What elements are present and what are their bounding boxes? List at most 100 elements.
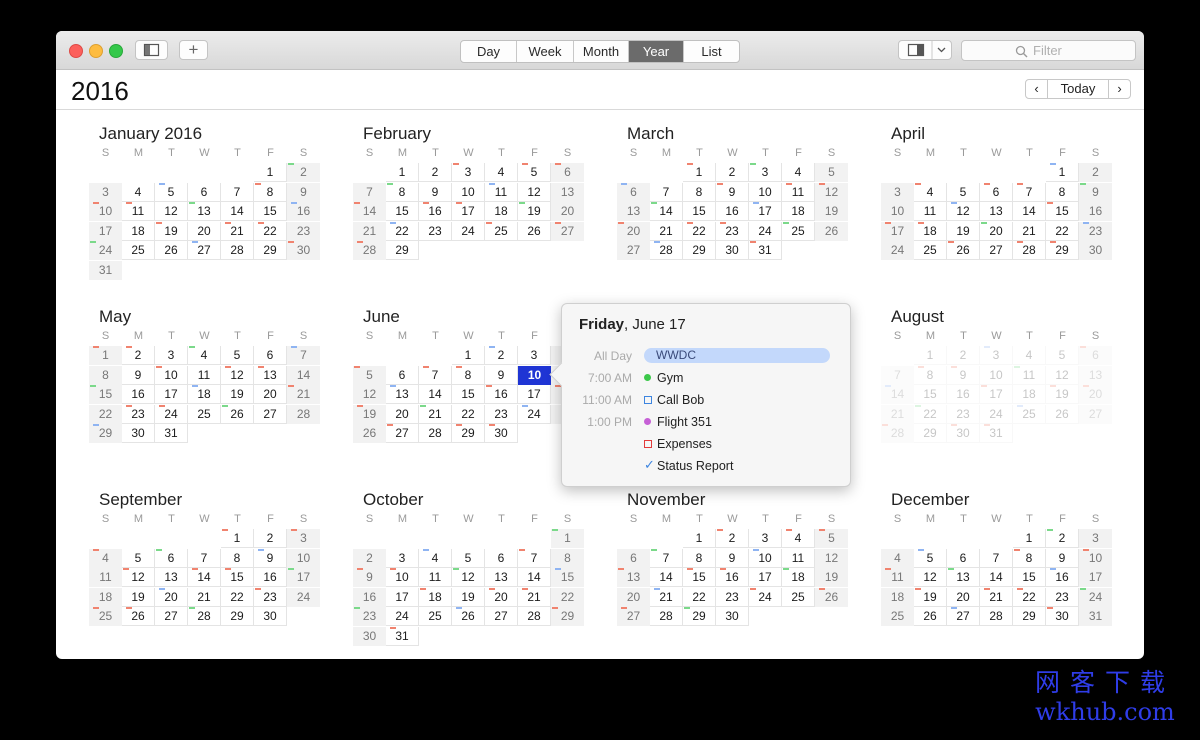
next-year-button[interactable]: › [1108,79,1131,99]
day-cell[interactable]: 17 [1079,568,1112,588]
day-cell[interactable]: 28 [353,241,386,261]
day-cell[interactable]: 19 [947,221,980,241]
day-cell[interactable]: 4 [782,529,815,548]
month-name[interactable]: December [891,490,969,510]
day-cell[interactable]: 16 [122,385,155,405]
day-cell[interactable]: 31 [749,241,782,261]
day-cell[interactable]: 30 [287,241,320,261]
day-cell[interactable]: 6 [386,365,419,385]
day-cell[interactable]: 2 [1079,163,1112,182]
day-cell[interactable]: 8 [254,182,287,202]
day-cell[interactable]: 9 [419,182,452,202]
day-cell[interactable]: 31 [980,424,1013,444]
event-row-expenses[interactable]: Expenses [562,435,850,453]
event-row-call-bob[interactable]: 11:00 AM Call Bob [562,391,850,409]
day-cell[interactable]: 29 [1046,241,1079,261]
day-cell[interactable]: 4 [188,346,221,365]
day-cell[interactable]: 28 [518,607,551,627]
day-cell[interactable]: 11 [1013,365,1046,385]
day-cell[interactable]: 22 [386,221,419,241]
day-cell[interactable]: 15 [254,202,287,222]
day-cell[interactable]: 24 [749,221,782,241]
day-cell[interactable]: 20 [254,385,287,405]
day-cell[interactable]: 25 [782,221,815,241]
day-cell[interactable]: 15 [914,385,947,405]
day-cell[interactable]: 17 [287,568,320,588]
day-cell[interactable]: 6 [551,163,584,182]
day-cell[interactable]: 19 [518,202,551,222]
day-cell[interactable]: 23 [287,221,320,241]
day-cell[interactable]: 17 [980,385,1013,405]
day-cell[interactable]: 27 [254,404,287,424]
day-cell[interactable]: 12 [914,568,947,588]
event-row-gym[interactable]: 7:00 AM Gym [562,369,850,387]
day-cell[interactable]: 11 [782,548,815,568]
day-cell[interactable]: 12 [947,202,980,222]
day-cell[interactable]: 7 [650,182,683,202]
day-cell[interactable]: 23 [485,404,518,424]
day-cell[interactable]: 15 [1046,202,1079,222]
day-cell[interactable]: 5 [353,365,386,385]
day-cell[interactable]: 13 [386,385,419,405]
day-cell[interactable]: 26 [155,241,188,261]
event-wwdc[interactable]: WWDC [644,348,830,363]
day-cell[interactable]: 8 [1013,548,1046,568]
day-cell[interactable]: 29 [452,424,485,444]
day-cell[interactable]: 30 [254,607,287,627]
month-name[interactable]: October [363,490,423,510]
day-cell[interactable]: 7 [518,548,551,568]
day-cell[interactable]: 20 [485,587,518,607]
calendar-list-button[interactable] [135,40,168,60]
day-cell[interactable]: 1 [254,163,287,182]
day-cell[interactable]: 13 [980,202,1013,222]
day-cell[interactable]: 18 [1013,385,1046,405]
day-cell[interactable]: 9 [1079,182,1112,202]
day-cell[interactable]: 10 [287,548,320,568]
day-cell[interactable]: 9 [716,548,749,568]
day-cell[interactable]: 8 [386,182,419,202]
day-cell[interactable]: 5 [518,163,551,182]
day-cell[interactable]: 14 [221,202,254,222]
day-cell[interactable]: 23 [947,404,980,424]
day-cell[interactable]: 25 [782,587,815,607]
day-cell[interactable]: 13 [617,568,650,588]
day-cell[interactable]: 9 [1046,548,1079,568]
day-cell[interactable]: 23 [716,221,749,241]
day-cell[interactable]: 15 [386,202,419,222]
day-cell[interactable]: 12 [452,568,485,588]
day-cell[interactable]: 4 [881,548,914,568]
day-cell[interactable]: 21 [419,404,452,424]
day-cell[interactable]: 15 [683,568,716,588]
day-cell[interactable]: 25 [419,607,452,627]
day-cell[interactable]: 24 [1079,587,1112,607]
day-cell[interactable]: 7 [1013,182,1046,202]
month-name[interactable]: November [627,490,705,510]
day-cell[interactable]: 12 [155,202,188,222]
tab-year[interactable]: Year [629,41,684,62]
day-cell[interactable]: 9 [947,365,980,385]
tab-month[interactable]: Month [574,41,629,62]
day-cell[interactable]: 15 [551,568,584,588]
day-cell[interactable]: 19 [914,587,947,607]
day-cell[interactable]: 7 [353,182,386,202]
day-cell[interactable]: 26 [1046,404,1079,424]
day-cell[interactable]: 17 [518,385,551,405]
day-cell[interactable]: 9 [254,548,287,568]
minimize-window-button[interactable] [89,44,103,58]
day-cell[interactable]: 16 [419,202,452,222]
day-cell[interactable]: 26 [815,221,848,241]
day-cell[interactable]: 9 [287,182,320,202]
day-cell[interactable]: 16 [287,202,320,222]
day-cell[interactable]: 28 [419,424,452,444]
day-cell[interactable]: 9 [485,365,518,385]
day-cell[interactable]: 6 [617,182,650,202]
day-cell[interactable]: 29 [221,607,254,627]
day-cell[interactable]: 10 [155,365,188,385]
day-cell[interactable]: 16 [254,568,287,588]
day-cell[interactable]: 2 [353,548,386,568]
day-cell[interactable]: 13 [551,182,584,202]
day-cell[interactable]: 5 [221,346,254,365]
day-cell[interactable]: 26 [353,424,386,444]
day-cell[interactable]: 3 [749,529,782,548]
day-cell[interactable]: 15 [452,385,485,405]
